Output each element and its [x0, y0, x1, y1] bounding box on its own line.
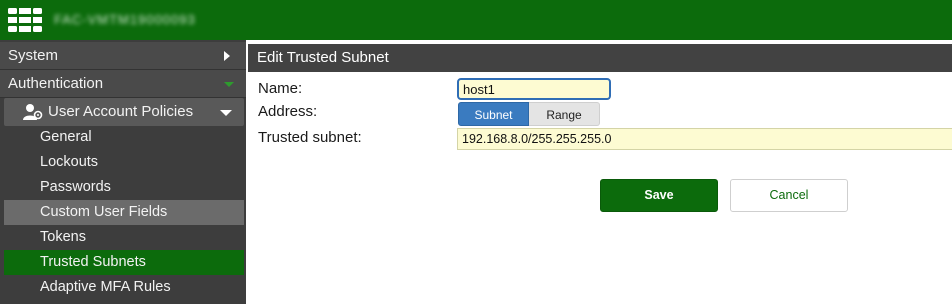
- sidebar-item-user-account-policies[interactable]: User Account Policies: [4, 98, 244, 126]
- cancel-button[interactable]: Cancel: [730, 179, 848, 212]
- sidebar-item-label: Adaptive MFA Rules: [40, 279, 171, 295]
- address-label: Address:: [258, 103, 318, 120]
- sidebar: System Authentication User Account Polic…: [0, 40, 246, 304]
- top-bar: FAC-VMTM19000093: [0, 0, 952, 40]
- sidebar-item-label: General: [40, 129, 92, 145]
- sidebar-item-lockouts[interactable]: Lockouts: [0, 150, 246, 175]
- fortinet-logo-icon[interactable]: [8, 8, 42, 32]
- chevron-down-icon: [220, 110, 232, 116]
- sidebar-item-label: Authentication: [8, 75, 104, 92]
- sidebar-item-trusted-subnets[interactable]: Trusted Subnets: [4, 250, 244, 275]
- chevron-down-icon: [224, 82, 234, 87]
- hostname: FAC-VMTM19000093: [54, 12, 196, 27]
- sidebar-item-label: Custom User Fields: [40, 204, 168, 220]
- sidebar-item-label: Tokens: [40, 229, 86, 245]
- sidebar-item-general[interactable]: General: [0, 125, 246, 150]
- trusted-subnet-field[interactable]: [457, 128, 952, 150]
- address-subnet-toggle[interactable]: Subnet: [458, 102, 529, 126]
- trusted-subnet-label: Trusted subnet:: [258, 129, 362, 146]
- sidebar-item-system[interactable]: System: [0, 42, 246, 70]
- sidebar-item-authentication[interactable]: Authentication: [0, 70, 246, 98]
- sidebar-item-adaptive-mfa-rules[interactable]: Adaptive MFA Rules: [0, 275, 246, 300]
- chevron-right-icon: [224, 51, 230, 61]
- panel-title: Edit Trusted Subnet: [248, 44, 952, 72]
- sidebar-item-label: Lockouts: [40, 154, 99, 170]
- address-range-toggle[interactable]: Range: [529, 102, 600, 126]
- sidebar-item-label: Passwords: [40, 179, 111, 195]
- save-button[interactable]: Save: [600, 179, 718, 212]
- sidebar-item-label: System: [8, 47, 59, 64]
- sidebar-item-custom-user-fields[interactable]: Custom User Fields: [4, 200, 244, 225]
- name-label: Name:: [258, 80, 303, 97]
- sidebar-item-tokens[interactable]: Tokens: [0, 225, 246, 250]
- name-field[interactable]: [457, 78, 611, 100]
- user-settings-icon: [23, 104, 43, 120]
- sidebar-item-label: Trusted Subnets: [40, 254, 146, 270]
- sidebar-item-label: User Account Policies: [48, 103, 194, 120]
- sidebar-item-passwords[interactable]: Passwords: [0, 175, 246, 200]
